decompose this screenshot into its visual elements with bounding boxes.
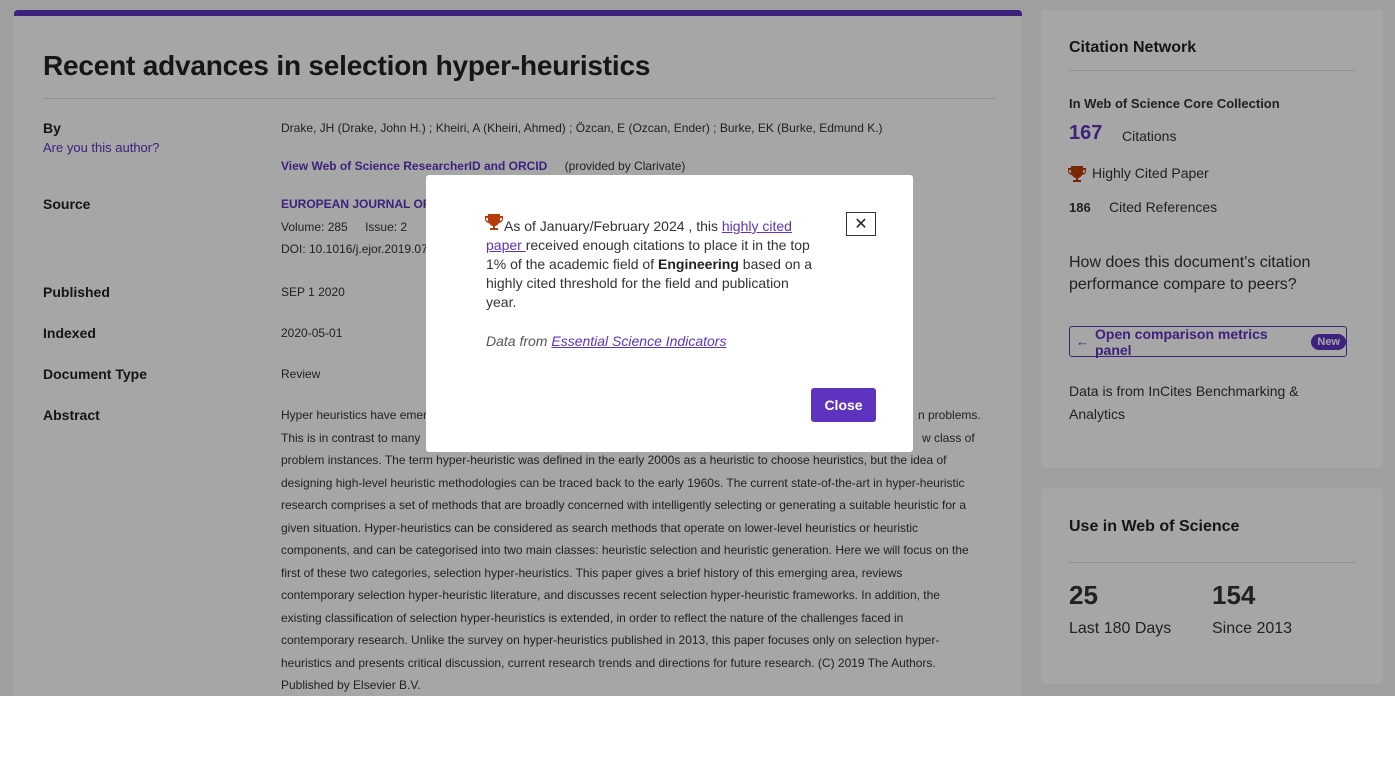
essential-science-indicators-link[interactable]: Essential Science Indicators <box>551 333 726 349</box>
field-name: Engineering <box>658 256 739 272</box>
dialog-text: As of January/February 2024 , this <box>504 218 722 234</box>
dialog-message: As of January/February 2024 , this highl… <box>486 217 816 312</box>
close-button[interactable]: Close <box>811 388 876 422</box>
highly-cited-dialog: As of January/February 2024 , this highl… <box>426 175 913 452</box>
close-icon[interactable]: ✕ <box>846 212 876 236</box>
data-source-note: Data from Essential Science Indicators <box>486 333 726 349</box>
data-from-label: Data from <box>486 333 552 349</box>
page-background: Recent advances in selection hyper-heuri… <box>0 0 1395 696</box>
